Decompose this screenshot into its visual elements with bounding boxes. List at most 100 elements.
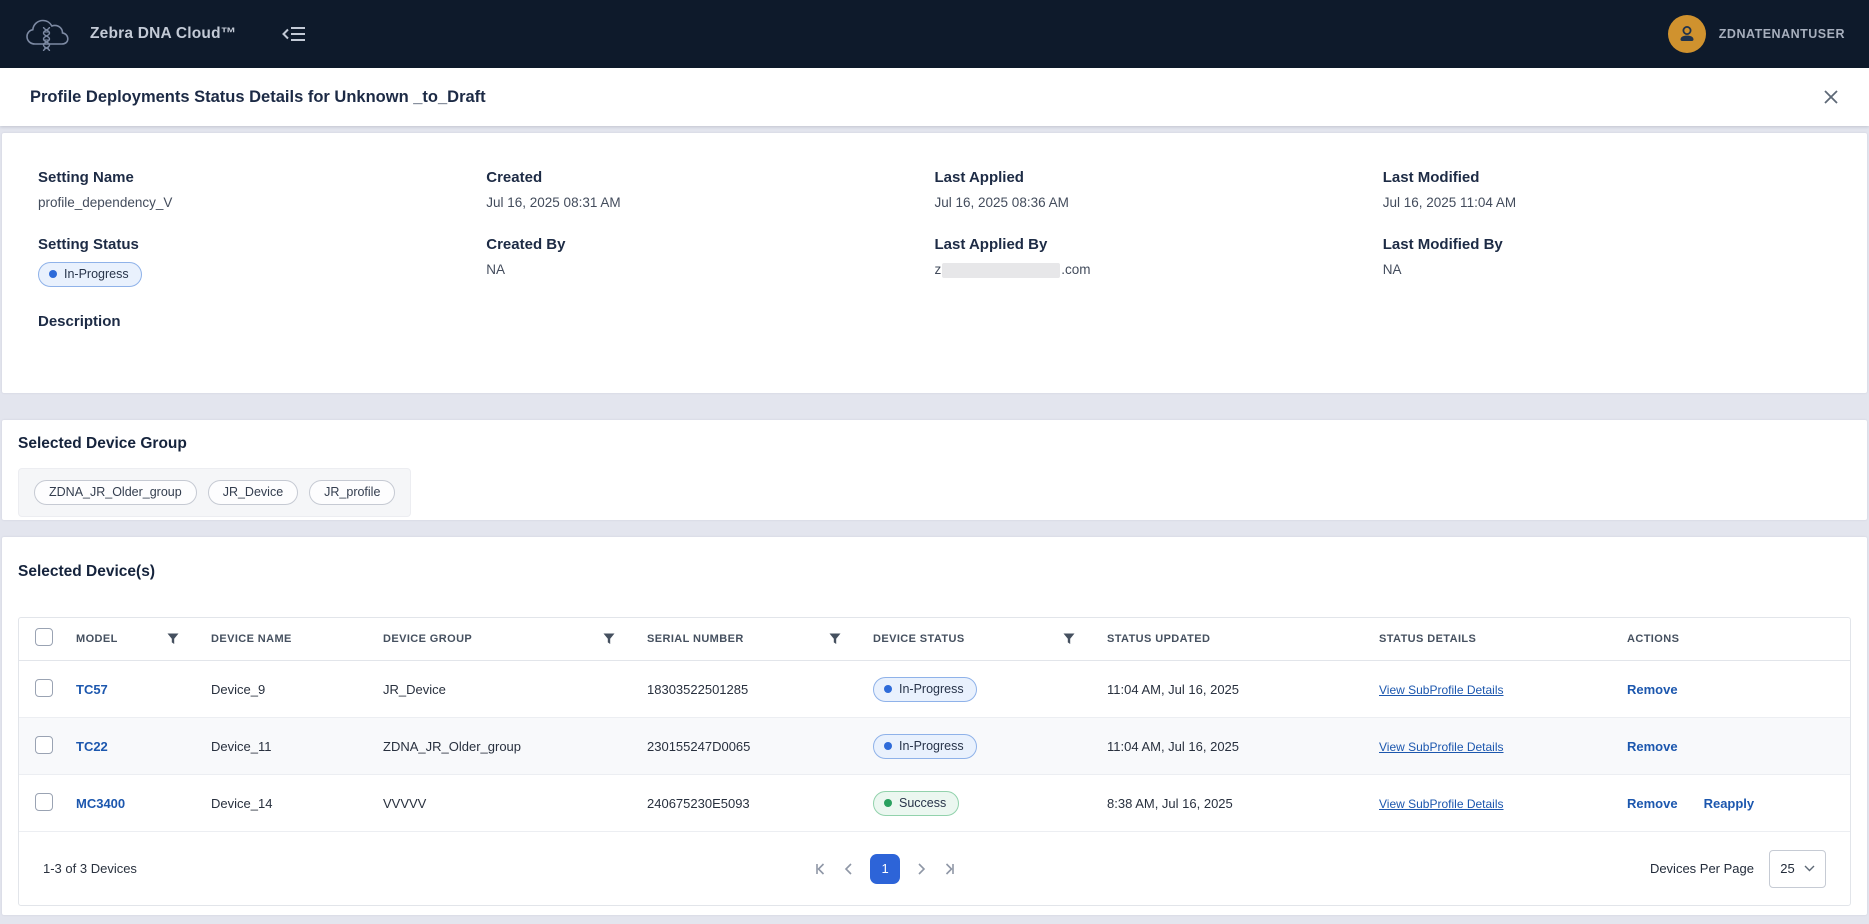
- column-header-device-name[interactable]: DEVICE NAME: [211, 633, 383, 645]
- redacted-email-box: [942, 263, 1060, 278]
- chevron-down-icon: [1804, 865, 1815, 872]
- view-subprofile-details-link[interactable]: View SubProfile Details: [1379, 797, 1504, 811]
- devices-per-page-select[interactable]: 25: [1769, 850, 1826, 888]
- setting-name-value: profile_dependency_V: [38, 195, 486, 210]
- remove-link[interactable]: Remove: [1627, 739, 1678, 754]
- selected-device-group-heading: Selected Device Group: [18, 435, 1851, 453]
- app-header: Zebra DNA Cloud™ ZDNATENANTUSER: [0, 0, 1869, 68]
- created-label: Created: [486, 169, 934, 186]
- model-link[interactable]: TC57: [76, 682, 108, 697]
- setting-status-label: Setting Status: [38, 236, 486, 253]
- page-title: Profile Deployments Status Details for U…: [30, 88, 486, 107]
- setting-status-badge: In-Progress: [38, 262, 142, 287]
- last-applied-label: Last Applied: [935, 169, 1383, 186]
- field-last-applied-by: Last Applied By z.com: [935, 236, 1383, 287]
- column-header-status-details[interactable]: STATUS DETAILS: [1379, 633, 1627, 645]
- selected-device-group-card: Selected Device Group ZDNA_JR_Older_grou…: [2, 420, 1867, 520]
- device-group-chip-box: ZDNA_JR_Older_group JR_Device JR_profile: [18, 468, 411, 517]
- first-page-icon[interactable]: [814, 862, 828, 876]
- setting-name-label: Setting Name: [38, 169, 486, 186]
- device-group-cell: ZDNA_JR_Older_group: [383, 739, 647, 754]
- device-name-cell: Device_11: [211, 739, 383, 754]
- select-all-checkbox[interactable]: [35, 628, 53, 646]
- device-status-badge: Success: [873, 791, 959, 816]
- table-row: TC22 Device_11 ZDNA_JR_Older_group 23015…: [19, 718, 1850, 775]
- field-setting-name: Setting Name profile_dependency_V: [38, 169, 486, 210]
- view-subprofile-details-link[interactable]: View SubProfile Details: [1379, 740, 1504, 754]
- remove-link[interactable]: Remove: [1627, 796, 1678, 811]
- created-by-value: NA: [486, 262, 934, 277]
- column-header-model[interactable]: MODEL: [62, 633, 211, 645]
- field-last-modified-by: Last Modified By NA: [1383, 236, 1831, 287]
- model-link[interactable]: TC22: [76, 739, 108, 754]
- collapse-menu-icon[interactable]: [282, 25, 306, 43]
- device-group-chip[interactable]: ZDNA_JR_Older_group: [34, 480, 197, 505]
- devices-table-header: MODEL DEVICE NAME DEVICE GROUP SERIAL NU…: [19, 618, 1850, 661]
- column-header-serial-number[interactable]: SERIAL NUMBER: [647, 633, 873, 645]
- status-updated-cell: 11:04 AM, Jul 16, 2025: [1107, 739, 1379, 754]
- status-updated-cell: 11:04 AM, Jul 16, 2025: [1107, 682, 1379, 697]
- serial-number-cell: 18303522501285: [647, 682, 873, 697]
- device-group-chip[interactable]: JR_Device: [208, 480, 298, 505]
- user-avatar[interactable]: [1668, 15, 1706, 53]
- status-dot-icon: [884, 799, 892, 807]
- field-created-by: Created By NA: [486, 236, 934, 287]
- close-icon[interactable]: [1819, 85, 1843, 109]
- last-applied-value: Jul 16, 2025 08:36 AM: [935, 195, 1383, 210]
- devices-table: MODEL DEVICE NAME DEVICE GROUP SERIAL NU…: [18, 617, 1851, 906]
- selected-devices-heading: Selected Device(s): [18, 563, 1851, 581]
- reapply-link[interactable]: Reapply: [1704, 796, 1755, 811]
- username-label: ZDNATENANTUSER: [1719, 27, 1845, 41]
- field-last-modified: Last Modified Jul 16, 2025 11:04 AM: [1383, 169, 1831, 210]
- device-group-cell: VVVVV: [383, 796, 647, 811]
- serial-number-cell: 230155247D0065: [647, 739, 873, 754]
- column-header-device-group[interactable]: DEVICE GROUP: [383, 633, 647, 645]
- device-name-cell: Device_9: [211, 682, 383, 697]
- device-group-chip[interactable]: JR_profile: [309, 480, 395, 505]
- last-applied-by-value: z.com: [935, 262, 1383, 278]
- status-dot-icon: [884, 742, 892, 750]
- row-checkbox[interactable]: [35, 793, 53, 811]
- last-page-icon[interactable]: [942, 862, 956, 876]
- column-header-status-updated[interactable]: STATUS UPDATED: [1107, 633, 1379, 645]
- status-dot-icon: [49, 270, 57, 278]
- email-prefix: z: [935, 262, 942, 277]
- view-subprofile-details-link[interactable]: View SubProfile Details: [1379, 683, 1504, 697]
- page-number-button[interactable]: 1: [870, 854, 900, 884]
- setting-status-badge-text: In-Progress: [64, 267, 129, 281]
- created-by-label: Created By: [486, 236, 934, 253]
- description-label: Description: [38, 313, 1831, 330]
- zebra-dna-cloud-logo-icon: [24, 15, 76, 53]
- filter-icon[interactable]: [1063, 633, 1075, 645]
- field-created: Created Jul 16, 2025 08:31 AM: [486, 169, 934, 210]
- status-updated-cell: 8:38 AM, Jul 16, 2025: [1107, 796, 1379, 811]
- devices-per-page-label: Devices Per Page: [1650, 861, 1754, 876]
- row-checkbox[interactable]: [35, 736, 53, 754]
- filter-icon[interactable]: [829, 633, 841, 645]
- last-modified-by-value: NA: [1383, 262, 1831, 277]
- table-footer: 1-3 of 3 Devices 1 Devices Per Page: [19, 832, 1850, 905]
- field-description: Description: [38, 313, 1831, 330]
- model-link[interactable]: MC3400: [76, 796, 125, 811]
- filter-icon[interactable]: [167, 633, 179, 645]
- selected-devices-card: Selected Device(s) MODEL DEVICE NAME DEV…: [2, 537, 1867, 915]
- column-header-device-status[interactable]: DEVICE STATUS: [873, 633, 1107, 645]
- page-title-bar: Profile Deployments Status Details for U…: [0, 68, 1869, 126]
- previous-page-icon[interactable]: [842, 862, 856, 876]
- filter-icon[interactable]: [603, 633, 615, 645]
- table-row: TC57 Device_9 JR_Device 18303522501285 I…: [19, 661, 1850, 718]
- serial-number-cell: 240675230E5093: [647, 796, 873, 811]
- table-row: MC3400 Device_14 VVVVV 240675230E5093 Su…: [19, 775, 1850, 832]
- created-value: Jul 16, 2025 08:31 AM: [486, 195, 934, 210]
- last-modified-value: Jul 16, 2025 11:04 AM: [1383, 195, 1831, 210]
- device-status-badge: In-Progress: [873, 734, 977, 759]
- field-last-applied: Last Applied Jul 16, 2025 08:36 AM: [935, 169, 1383, 210]
- row-checkbox[interactable]: [35, 679, 53, 697]
- device-name-cell: Device_14: [211, 796, 383, 811]
- deployment-details-card: Setting Name profile_dependency_V Create…: [2, 133, 1867, 393]
- status-dot-icon: [884, 685, 892, 693]
- remove-link[interactable]: Remove: [1627, 682, 1678, 697]
- device-status-badge: In-Progress: [873, 677, 977, 702]
- next-page-icon[interactable]: [914, 862, 928, 876]
- last-modified-label: Last Modified: [1383, 169, 1831, 186]
